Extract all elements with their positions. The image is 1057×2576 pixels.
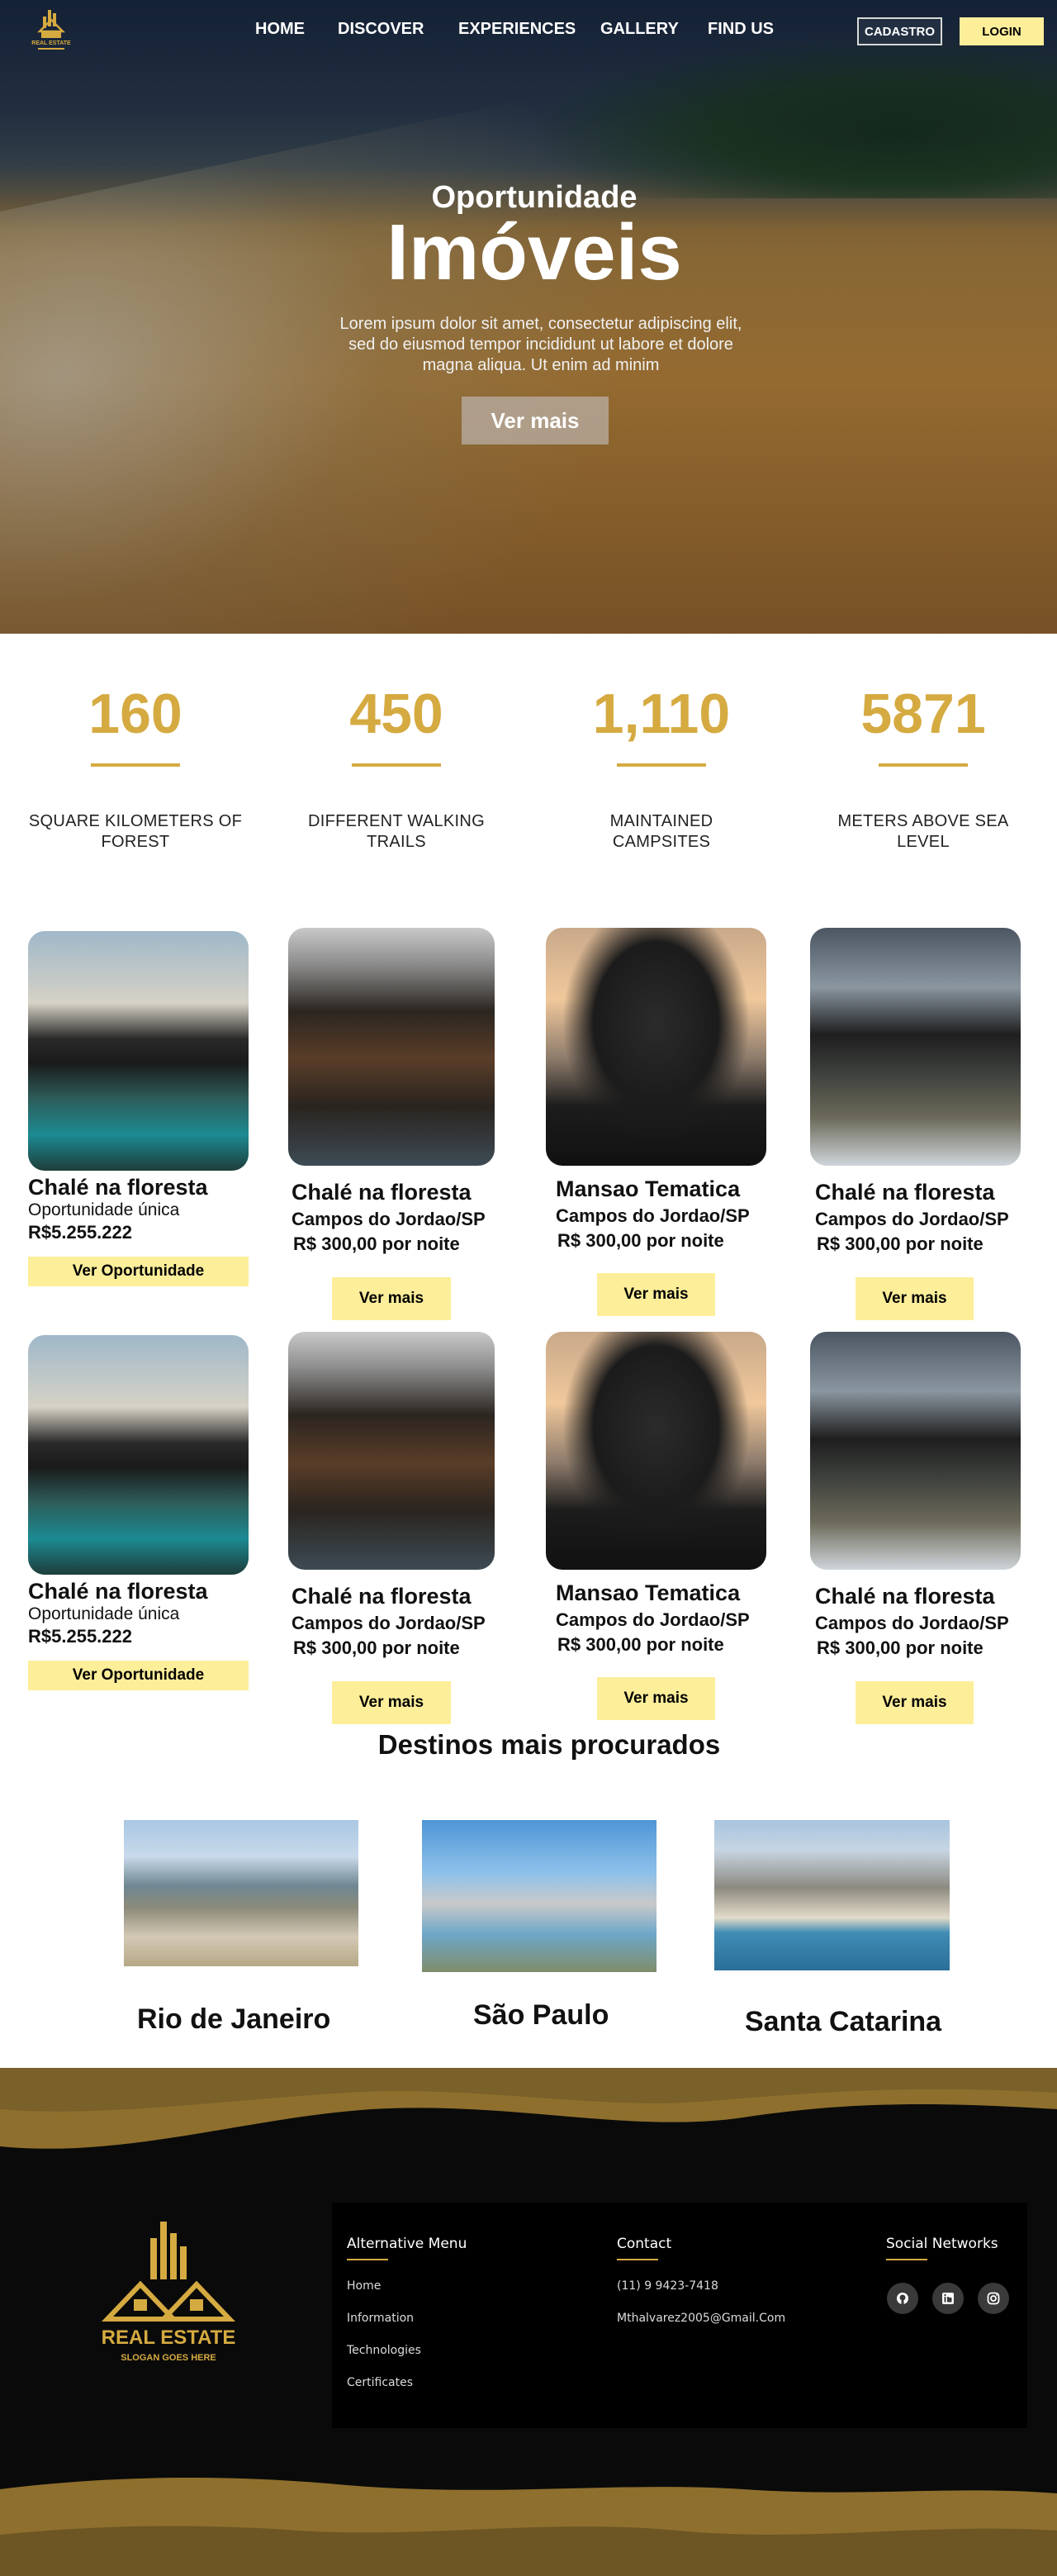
listing-location: Campos do Jordao/SP (292, 1209, 486, 1229)
footer-menu-column: Alternative Menu Home Information Techno… (347, 2236, 553, 2389)
stat-item: 5871 METERS ABOVE SEA LEVEL (816, 686, 1031, 853)
stat-label: MAINTAINED CAMPSITES (609, 812, 713, 851)
listing-price: R$ 300,00 por noite (557, 1230, 724, 1251)
ver-mais-button[interactable]: Ver mais (332, 1681, 451, 1724)
destination-image[interactable] (714, 1820, 950, 1970)
listing-location: Campos do Jordao/SP (292, 1613, 486, 1633)
ver-mais-button[interactable]: Ver mais (597, 1273, 715, 1316)
stat-value: 160 (88, 682, 182, 745)
destination-label[interactable]: Rio de Janeiro (137, 2003, 330, 2036)
footer-link-information[interactable]: Information (347, 2312, 553, 2325)
footer-logo-slogan: SLOGAN GOES HERE (121, 2353, 216, 2363)
ver-mais-button[interactable]: Ver mais (856, 1681, 974, 1724)
listing-price: R$ 300,00 por noite (293, 1233, 460, 1254)
listing-location: Campos do Jordao/SP (556, 1609, 750, 1630)
footer-social-column: Social Networks (886, 2236, 1018, 2260)
listing-image[interactable] (288, 928, 495, 1166)
destination-image[interactable] (124, 1820, 358, 1966)
nav-experiences[interactable]: EXPERIENCES (458, 20, 576, 39)
listing-location: Campos do Jordao/SP (556, 1205, 750, 1226)
instagram-icon[interactable] (978, 2283, 1009, 2314)
listing-price: R$ 300,00 por noite (817, 1637, 984, 1658)
listing-price: R$ 300,00 por noite (817, 1233, 984, 1254)
stat-divider (879, 763, 968, 767)
footer-panel: Alternative Menu Home Information Techno… (332, 2203, 1027, 2428)
listing-image[interactable] (546, 1332, 766, 1570)
destination-label[interactable]: São Paulo (473, 1999, 609, 2032)
listing-subtitle: Oportunidade única (28, 1604, 180, 1623)
stat-label: DIFFERENT WALKING TRAILS (307, 812, 485, 851)
footer-contact-column: Contact (11) 9 9423-7418 Mthalvarez2005@… (617, 2236, 840, 2325)
listing-image[interactable] (810, 928, 1021, 1166)
listing-location: Campos do Jordao/SP (815, 1613, 1009, 1633)
listing-price: R$5.255.222 (28, 1626, 132, 1647)
hero-title: Imóveis (386, 208, 682, 297)
listing-title: Chalé na floresta (292, 1584, 472, 1609)
listing-price: R$ 300,00 por noite (557, 1634, 724, 1655)
github-icon[interactable] (887, 2283, 918, 2314)
listing-location: Campos do Jordao/SP (815, 1209, 1009, 1229)
nav-gallery[interactable]: GALLERY (600, 20, 679, 39)
stat-divider (352, 763, 441, 767)
listing-price: R$5.255.222 (28, 1222, 132, 1243)
listing-title: Chalé na floresta (28, 1579, 208, 1604)
listing-title: Mansao Tematica (556, 1580, 741, 1605)
listing-image[interactable] (546, 928, 766, 1166)
destinations-title: Destinos mais procurados (377, 1729, 721, 1760)
hero-ver-mais-button[interactable]: Ver mais (462, 397, 609, 444)
stat-item: 1,110 MAINTAINED CAMPSITES (554, 686, 769, 853)
footer-link-technologies[interactable]: Technologies (347, 2344, 553, 2357)
listing-title: Chalé na floresta (28, 1175, 208, 1200)
ver-mais-button[interactable]: Ver mais (332, 1277, 451, 1320)
ver-oportunidade-button[interactable]: Ver Oportunidade (28, 1661, 249, 1690)
footer-link-home[interactable]: Home (347, 2279, 553, 2293)
stat-value: 5871 (860, 682, 986, 745)
listing-price: R$ 300,00 por noite (293, 1637, 460, 1658)
linkedin-icon[interactable] (932, 2283, 964, 2314)
listing-image[interactable] (810, 1332, 1021, 1570)
footer-logo-title: REAL ESTATE (102, 2326, 236, 2349)
ver-mais-button[interactable]: Ver mais (856, 1277, 974, 1320)
listing-title: Chalé na floresta (815, 1584, 995, 1609)
listing-title: Chalé na floresta (292, 1180, 472, 1205)
footer: REAL ESTATE SLOGAN GOES HERE Alternative… (0, 2068, 1057, 2576)
listing-subtitle: Oportunidade única (28, 1200, 180, 1219)
destination-label[interactable]: Santa Catarina (745, 2006, 941, 2038)
footer-menu-title: Alternative Menu (347, 2236, 467, 2252)
stat-value: 1,110 (592, 682, 731, 745)
stat-label: SQUARE KILOMETERS OF FOREST (28, 812, 243, 851)
stat-divider (91, 763, 180, 767)
listing-image[interactable] (288, 1332, 495, 1570)
stat-value: 450 (349, 682, 443, 745)
hero-description: Lorem ipsum dolor sit amet, consectetur … (339, 315, 742, 374)
listing-title: Mansao Tematica (556, 1176, 741, 1201)
hero-section: REAL ESTATE HOME DISCOVER EXPERIENCES GA… (0, 0, 1057, 634)
stat-label: METERS ABOVE SEA LEVEL (837, 812, 1009, 851)
ver-mais-button[interactable]: Ver mais (597, 1677, 715, 1720)
listing-image[interactable] (28, 1335, 249, 1575)
nav-discover[interactable]: DISCOVER (338, 20, 424, 39)
footer-social-title: Social Networks (886, 2236, 998, 2252)
stat-item: 160 SQUARE KILOMETERS OF FOREST (28, 686, 243, 853)
login-button[interactable]: LOGIN (960, 17, 1044, 45)
footer-logo[interactable]: REAL ESTATE SLOGAN GOES HERE (91, 2213, 246, 2387)
stat-divider (617, 763, 706, 767)
footer-phone[interactable]: (11) 9 9423-7418 (617, 2279, 840, 2293)
stat-item: 450 DIFFERENT WALKING TRAILS (289, 686, 504, 853)
destination-image[interactable] (422, 1820, 656, 1972)
nav-home[interactable]: HOME (255, 20, 305, 39)
ver-oportunidade-button[interactable]: Ver Oportunidade (28, 1257, 249, 1286)
nav-find-us[interactable]: FIND US (708, 20, 774, 39)
footer-contact-title: Contact (617, 2236, 672, 2252)
footer-link-certificates[interactable]: Certificates (347, 2376, 553, 2389)
cadastro-button[interactable]: CADASTRO (857, 17, 942, 45)
listing-title: Chalé na floresta (815, 1180, 995, 1205)
listing-image[interactable] (28, 931, 249, 1171)
footer-email[interactable]: Mthalvarez2005@Gmail.Com (617, 2312, 840, 2325)
